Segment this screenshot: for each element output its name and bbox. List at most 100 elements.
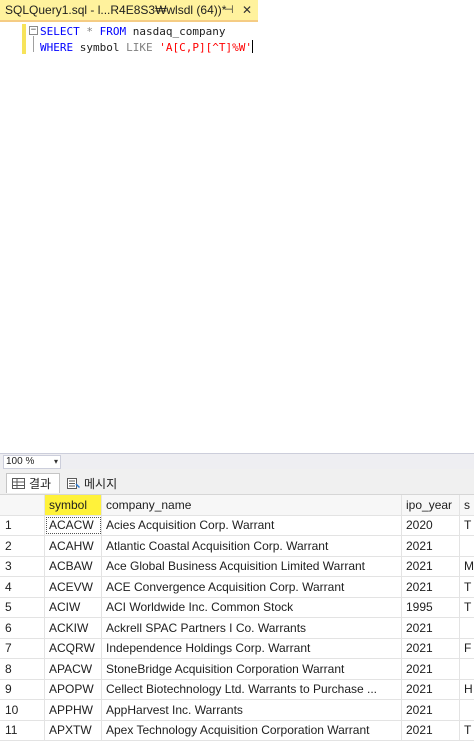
cell-company-name[interactable]: Acies Acquisition Corp. Warrant (102, 515, 402, 535)
row-number[interactable]: 4 (0, 577, 45, 597)
column-header-next[interactable]: s (460, 495, 474, 515)
code-line-2[interactable]: WHERE symbol LIKE 'A[C,P][^T]%W' (40, 40, 253, 54)
table-row[interactable]: 3 ACBAW Ace Global Business Acquisition Li… (0, 556, 474, 577)
row-header-corner[interactable] (0, 495, 45, 515)
query-editor[interactable]: − SELECT * FROM nasdaq_company WHERE sym… (0, 22, 474, 453)
column-header-company-name[interactable]: company_name (102, 495, 402, 515)
cell-ipo-year[interactable]: 2021 (402, 638, 460, 658)
row-number[interactable]: 1 (0, 515, 45, 535)
cell-ipo-year[interactable]: 2021 (402, 536, 460, 556)
table-row[interactable]: 2 ACAHW Atlantic Coastal Acquisition Corp.… (0, 536, 474, 557)
code-line-1[interactable]: SELECT * FROM nasdaq_company (40, 25, 225, 38)
cell-company-name[interactable]: Ace Global Business Acquisition Limited … (102, 556, 402, 576)
cell-company-name[interactable]: AppHarvest Inc. Warrants (102, 700, 402, 720)
row-number[interactable]: 8 (0, 659, 45, 679)
zoom-value: 100 % (6, 456, 35, 467)
cell-next-column[interactable]: T (460, 598, 474, 618)
cell-symbol[interactable]: APPHW (45, 700, 102, 720)
table-row[interactable]: 9 APOPW Cellect Biotechnology Ltd. Warrant… (0, 679, 474, 700)
cell-ipo-year[interactable]: 1995 (402, 597, 460, 617)
cell-next-column[interactable] (460, 659, 474, 679)
cell-symbol[interactable]: ACQRW (45, 638, 102, 658)
row-number[interactable]: 2 (0, 536, 45, 556)
text-caret (251, 40, 253, 53)
tab-sqlquery1[interactable]: SQLQuery1.sql - l...R4E8S3₩wlsdl (64))* … (0, 0, 258, 22)
results-grid[interactable]: symbol company_name ipo_year s 1 ACACW Aci… (0, 495, 474, 751)
keyword-like: LIKE (126, 41, 153, 54)
row-number[interactable]: 5 (0, 597, 45, 617)
tab-messages[interactable]: 메시지 (62, 473, 132, 493)
table-row[interactable]: 5 ACIW ACI Worldwide Inc. Common Stock 1995… (0, 597, 474, 618)
cell-ipo-year[interactable]: 2021 (402, 700, 460, 720)
cell-symbol[interactable]: ACACW (45, 515, 102, 535)
keyword-select: SELECT (40, 25, 80, 38)
message-icon (67, 477, 80, 489)
row-number[interactable]: 7 (0, 638, 45, 658)
cell-symbol[interactable]: ACIW (45, 597, 102, 617)
cell-company-name[interactable]: ACI Worldwide Inc. Common Stock (102, 597, 402, 617)
cell-ipo-year[interactable]: 2021 (402, 618, 460, 638)
table-row[interactable]: 10 APPHW AppHarvest Inc. Warrants 2021 (0, 700, 474, 721)
cell-company-name[interactable]: StoneBridge Acquisition Corporation Warr… (102, 659, 402, 679)
cell-symbol[interactable]: APOPW (45, 679, 102, 699)
row-number[interactable]: 9 (0, 679, 45, 699)
row-number[interactable]: 10 (0, 700, 45, 720)
tab-results-label: 결과 (29, 477, 52, 491)
cell-next-column[interactable]: F (460, 639, 474, 659)
table-row[interactable]: 11 APXTW Apex Technology Acquisition Corpo… (0, 720, 474, 741)
collapse-icon[interactable]: − (29, 26, 38, 35)
row-number[interactable]: 3 (0, 556, 45, 576)
grid-icon (12, 478, 25, 489)
cell-next-column[interactable]: M (460, 557, 474, 577)
cell-ipo-year[interactable]: 2021 (402, 679, 460, 699)
row-number[interactable]: 11 (0, 720, 45, 740)
keyword-where: WHERE (40, 41, 74, 54)
fold-guide (33, 36, 34, 52)
zoom-dropdown[interactable]: 100 % ▾ (3, 455, 61, 469)
cell-ipo-year[interactable]: 2021 (402, 720, 460, 740)
table-name: nasdaq_company (126, 25, 226, 38)
editor-gutter (0, 22, 22, 453)
cell-next-column[interactable]: H (460, 680, 474, 700)
cell-company-name[interactable]: ACE Convergence Acquisition Corp. Warran… (102, 577, 402, 597)
chevron-down-icon[interactable]: ▾ (54, 456, 58, 468)
cell-company-name[interactable]: Atlantic Coastal Acquisition Corp. Warra… (102, 536, 402, 556)
column-header-symbol[interactable]: symbol (45, 495, 102, 515)
cell-symbol[interactable]: APXTW (45, 720, 102, 740)
table-row[interactable]: 8 APACW StoneBridge Acquisition Corporatio… (0, 659, 474, 680)
cell-company-name[interactable]: Ackrell SPAC Partners I Co. Warrants (102, 618, 402, 638)
cell-company-name[interactable]: Cellect Biotechnology Ltd. Warrants to P… (102, 679, 402, 699)
cell-next-column[interactable] (460, 618, 474, 638)
cell-next-column[interactable]: T (460, 516, 474, 536)
pin-icon[interactable]: ⊣ (224, 3, 234, 16)
tab-title: SQLQuery1.sql - l...R4E8S3₩wlsdl (64))* (5, 3, 227, 17)
cell-next-column[interactable]: T (460, 721, 474, 741)
cell-ipo-year[interactable]: 2021 (402, 577, 460, 597)
close-icon[interactable]: ✕ (242, 3, 252, 17)
cell-symbol[interactable]: APACW (45, 659, 102, 679)
table-row[interactable]: 4 ACEVW ACE Convergence Acquisition Corp. … (0, 577, 474, 598)
cell-next-column[interactable]: T (460, 577, 474, 597)
cell-ipo-year[interactable]: 2021 (402, 659, 460, 679)
tab-results[interactable]: 결과 (6, 473, 60, 493)
cell-symbol[interactable]: ACAHW (45, 536, 102, 556)
cell-ipo-year[interactable]: 2021 (402, 556, 460, 576)
keyword-from: FROM (99, 25, 127, 38)
column-name: symbol (73, 41, 127, 54)
grid-header-row: symbol company_name ipo_year s (0, 495, 474, 516)
cell-next-column[interactable] (460, 700, 474, 720)
column-header-ipo-year[interactable]: ipo_year (402, 495, 460, 515)
row-number[interactable]: 6 (0, 618, 45, 638)
cell-company-name[interactable]: Apex Technology Acquisition Corporation … (102, 720, 402, 740)
cell-company-name[interactable]: Independence Holdings Corp. Warrant (102, 638, 402, 658)
cell-symbol[interactable]: ACKIW (45, 618, 102, 638)
cell-symbol[interactable]: ACBAW (45, 556, 102, 576)
tab-messages-label: 메시지 (84, 476, 118, 491)
table-row[interactable]: 7 ACQRW Independence Holdings Corp. Warran… (0, 638, 474, 659)
results-tab-strip: 결과 메시지 (0, 469, 474, 495)
table-row[interactable]: 6 ACKIW Ackrell SPAC Partners I Co. Warran… (0, 618, 474, 639)
cell-symbol[interactable]: ACEVW (45, 577, 102, 597)
table-row[interactable]: 1 ACACW Acies Acquisition Corp. Warrant 202… (0, 515, 474, 536)
cell-next-column[interactable] (460, 536, 474, 556)
cell-ipo-year[interactable]: 2020 (402, 515, 460, 535)
